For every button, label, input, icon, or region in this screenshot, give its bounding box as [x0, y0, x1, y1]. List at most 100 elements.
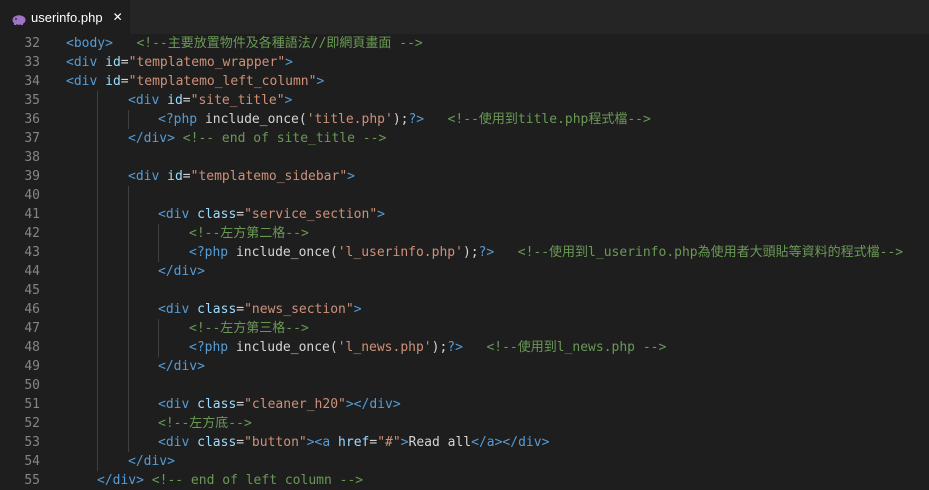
- code-token: =: [369, 435, 378, 450]
- code-line[interactable]: 42 <!--左方第二格-->: [0, 224, 929, 243]
- code-token: href: [338, 435, 370, 450]
- code-line[interactable]: 50: [0, 376, 929, 395]
- indent-guide: [128, 414, 129, 433]
- code-line[interactable]: 38: [0, 148, 929, 167]
- close-icon[interactable]: ✕: [113, 10, 123, 24]
- code-line[interactable]: 47 <!--左方第三格-->: [0, 319, 929, 338]
- code-editor[interactable]: 32 <body> <!--主要放置物件及各種語法//即網頁畫面 --> 33 <di…: [0, 34, 929, 490]
- indent-guide: [97, 110, 98, 129]
- code-line[interactable]: 52 <!--左方底-->: [0, 414, 929, 433]
- code-token: "site_title": [190, 93, 285, 108]
- indent-guide: [128, 205, 129, 224]
- indent-guide: [97, 167, 98, 186]
- code-token: include_once(: [235, 245, 338, 260]
- code-token: <div: [128, 169, 168, 184]
- code-token: ?>: [447, 340, 463, 355]
- code-token: <!--使用到l_news.php -->: [486, 340, 667, 355]
- code-line[interactable]: 33 <div id="templatemo_wrapper">: [0, 53, 929, 72]
- code-token: <div: [66, 74, 106, 89]
- code-line[interactable]: 43 <?php include_once('l_userinfo.php');?…: [0, 243, 929, 262]
- code-token: 'l_news.php': [337, 340, 432, 355]
- code-token: <body>: [66, 36, 113, 51]
- code-text: <div class="news_section">: [158, 300, 362, 319]
- indent-guide: [128, 300, 129, 319]
- line-number: 44: [24, 264, 40, 279]
- code-line[interactable]: 32 <body> <!--主要放置物件及各種語法//即網頁畫面 -->: [0, 34, 929, 53]
- code-token: "button": [244, 435, 307, 450]
- code-line[interactable]: 53 <div class="button"><a href="#">Read a…: [0, 433, 929, 452]
- code-token: ?>: [408, 112, 425, 127]
- code-token: </div>: [128, 454, 175, 469]
- line-number: 41: [24, 207, 40, 222]
- indent-guide: [158, 319, 159, 338]
- indent-guide: [128, 395, 129, 414]
- indent-guide: [128, 338, 129, 357]
- code-line[interactable]: 35 <div id="site_title">: [0, 91, 929, 110]
- indent-guide: [97, 414, 98, 433]
- code-token: ?>: [478, 245, 495, 260]
- line-number: 43: [24, 245, 40, 260]
- code-line[interactable]: 49 </div>: [0, 357, 929, 376]
- indent-guide: [128, 357, 129, 376]
- indent-guide: [97, 319, 98, 338]
- tab-userinfo-php[interactable]: userinfo.php ✕: [0, 0, 130, 34]
- line-number: 45: [24, 283, 40, 298]
- indent-guide: [158, 338, 159, 357]
- code-token: =: [236, 207, 245, 222]
- code-line[interactable]: 48 <?php include_once('l_news.php');?> <!…: [0, 338, 929, 357]
- code-token: );: [431, 340, 448, 355]
- code-text: <?php include_once('l_news.php');?> <!--…: [189, 338, 666, 357]
- code-token: >: [400, 435, 409, 450]
- code-line[interactable]: 54 </div>: [0, 452, 929, 471]
- line-number: 49: [24, 359, 40, 374]
- code-token: "service_section": [244, 207, 378, 222]
- code-token: =: [236, 435, 245, 450]
- code-token: id: [167, 169, 183, 184]
- line-number: 33: [24, 55, 40, 70]
- code-line[interactable]: 45: [0, 281, 929, 300]
- code-line[interactable]: 34 <div id="templatemo_left_column">: [0, 72, 929, 91]
- code-text: </div>: [158, 262, 205, 281]
- code-text: <!--左方第三格-->: [189, 319, 309, 338]
- indent-guide: [128, 319, 129, 338]
- line-number: 55: [24, 473, 40, 488]
- indent-guide: [128, 281, 129, 300]
- indent-guide: [97, 376, 98, 395]
- code-token: "#": [377, 435, 401, 450]
- code-line[interactable]: 40: [0, 186, 929, 205]
- code-text: <div class="service_section">: [158, 205, 385, 224]
- code-token: =: [182, 169, 191, 184]
- code-line[interactable]: 51 <div class="cleaner_h20"></div>: [0, 395, 929, 414]
- code-token: "news_section": [244, 302, 354, 317]
- code-text: <div class="button"><a href="#">Read all…: [158, 433, 549, 452]
- code-token: </div>: [97, 473, 152, 488]
- code-line[interactable]: 36 <?php include_once('title.php');?> <!-…: [0, 110, 929, 129]
- code-token: Read all: [408, 435, 472, 450]
- code-token: <div: [158, 302, 198, 317]
- line-number: 40: [24, 188, 40, 203]
- code-line[interactable]: 41 <div class="service_section">: [0, 205, 929, 224]
- line-number: 54: [24, 454, 40, 469]
- code-token: class: [197, 435, 237, 450]
- code-token: );: [462, 245, 479, 260]
- line-number: 39: [24, 169, 40, 184]
- code-text: </div> <!-- end of site_title -->: [128, 129, 386, 148]
- code-line[interactable]: 39 <div id="templatemo_sidebar">: [0, 167, 929, 186]
- indent-guide: [97, 91, 98, 110]
- code-token: </div>: [158, 359, 205, 374]
- code-text: <div id="site_title">: [128, 91, 292, 110]
- indent-guide: [97, 433, 98, 452]
- line-number: 46: [24, 302, 40, 317]
- indent-guide: [97, 452, 98, 471]
- indent-guide: [128, 262, 129, 281]
- line-number: 38: [24, 150, 40, 165]
- line-number: 53: [24, 435, 40, 450]
- indent-guide: [158, 243, 159, 262]
- code-token: =: [120, 55, 129, 70]
- code-line[interactable]: 44 </div>: [0, 262, 929, 281]
- code-line[interactable]: 37 </div> <!-- end of site_title -->: [0, 129, 929, 148]
- code-line[interactable]: 46 <div class="news_section">: [0, 300, 929, 319]
- code-line[interactable]: 55 </div> <!-- end of left column -->: [0, 471, 929, 490]
